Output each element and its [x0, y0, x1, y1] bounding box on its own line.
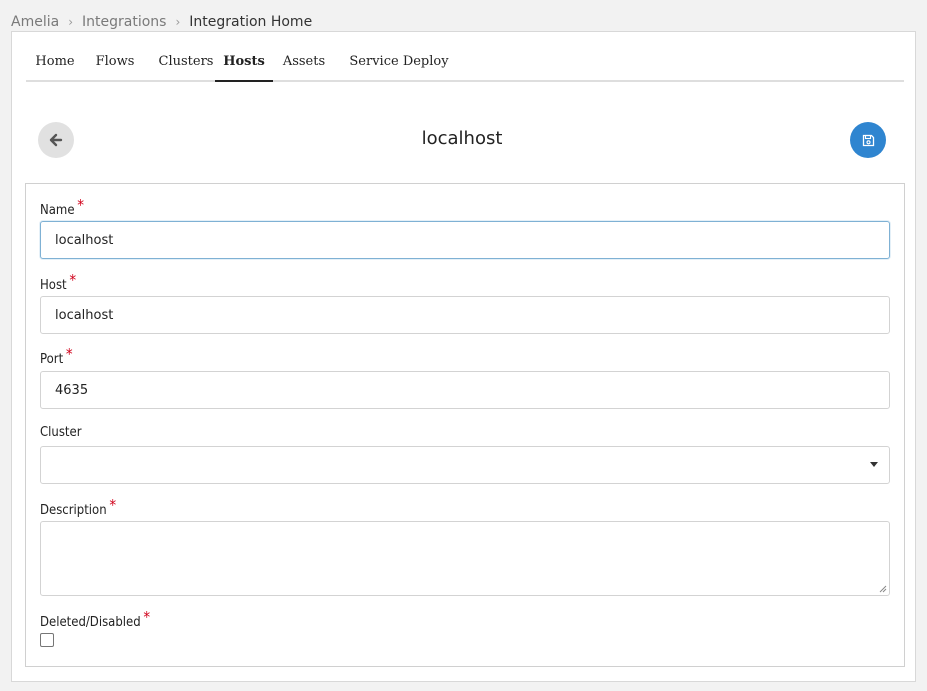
- breadcrumb-integration-home: Integration Home: [189, 14, 313, 30]
- tab-home[interactable]: Home: [26, 32, 84, 80]
- breadcrumb: Amelia › Integrations › Integration Home: [11, 13, 312, 31]
- cluster-select[interactable]: [40, 446, 890, 484]
- back-button[interactable]: [38, 122, 74, 158]
- cluster-label: Cluster: [40, 425, 82, 440]
- resize-handle-icon[interactable]: [879, 585, 887, 593]
- name-label: Name *: [40, 196, 84, 218]
- arrow-left-icon: [49, 133, 63, 147]
- name-input[interactable]: localhost: [40, 221, 890, 259]
- tab-clusters[interactable]: Clusters: [148, 32, 224, 80]
- breadcrumb-separator: ›: [68, 15, 73, 29]
- tab-hosts[interactable]: Hosts: [215, 32, 273, 82]
- port-label: Port *: [40, 345, 73, 367]
- save-button[interactable]: [850, 122, 886, 158]
- floppy-disk-icon: [862, 134, 874, 146]
- tab-assets[interactable]: Assets: [278, 32, 330, 80]
- description-label: Description *: [40, 496, 117, 518]
- caret-down-icon: [870, 462, 878, 467]
- deleted-checkbox[interactable]: [40, 633, 54, 647]
- host-input[interactable]: localhost: [40, 296, 890, 334]
- tab-bar: Home Flows Clusters Hosts Assets Service…: [26, 32, 904, 82]
- page-title: localhost: [421, 128, 503, 149]
- breadcrumb-amelia[interactable]: Amelia: [11, 14, 59, 30]
- host-form: Name * localhost Host * localhost Port * 46…: [25, 183, 905, 667]
- tab-service-deploy[interactable]: Service Deploy: [342, 32, 456, 80]
- port-input[interactable]: 4635: [40, 371, 890, 409]
- breadcrumb-integrations[interactable]: Integrations: [82, 14, 166, 30]
- description-textarea[interactable]: [40, 521, 890, 596]
- tab-flows[interactable]: Flows: [86, 32, 144, 80]
- deleted-label: Deleted/Disabled *: [40, 608, 151, 630]
- host-label: Host *: [40, 271, 77, 293]
- breadcrumb-separator: ›: [175, 15, 181, 29]
- main-panel: Home Flows Clusters Hosts Assets Service…: [11, 31, 916, 682]
